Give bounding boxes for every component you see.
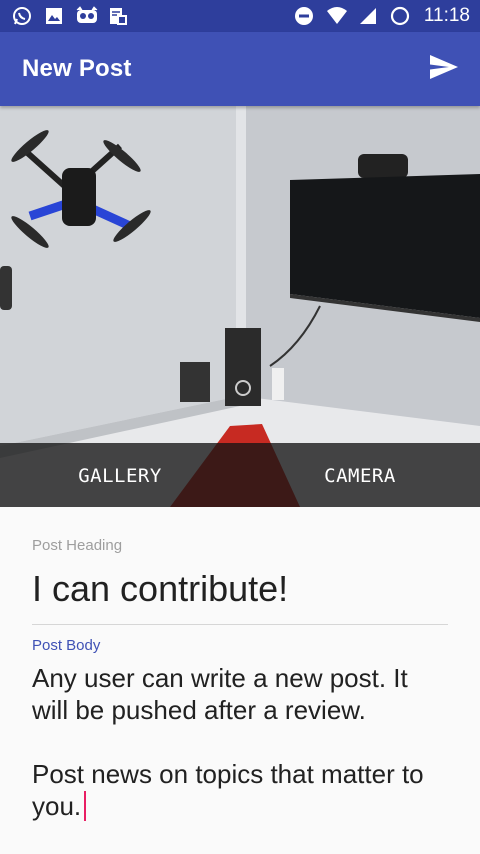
post-body-input[interactable]: Any user can write a new post. It will b…	[32, 662, 448, 822]
text-cursor	[84, 791, 87, 821]
owl-icon	[76, 6, 98, 26]
gallery-button[interactable]: GALLERY	[0, 463, 240, 487]
page-title: New Post	[22, 55, 132, 82]
image-icon	[44, 6, 64, 26]
post-heading-input[interactable]: I can contribute!	[32, 568, 448, 625]
post-heading-label: Post Heading	[32, 537, 123, 554]
app-bar: New Post	[0, 32, 480, 106]
send-icon	[429, 54, 459, 85]
photo-source-bar: GALLERY CAMERA	[0, 443, 480, 507]
send-button[interactable]	[424, 49, 464, 89]
post-image-preview: GALLERY CAMERA	[0, 106, 480, 507]
status-time: 11:18	[423, 5, 470, 26]
status-bar: 11:18	[0, 0, 480, 32]
whatsapp-icon	[12, 6, 32, 26]
status-left-icons	[12, 6, 128, 26]
status-right-icons: 11:18	[294, 5, 470, 27]
post-form: Post Heading I can contribute! Post Body…	[32, 507, 448, 822]
post-body-label: Post Body	[32, 637, 101, 654]
wifi-icon	[326, 6, 347, 26]
tv-image	[290, 174, 480, 322]
signal-icon	[358, 6, 378, 26]
camera-button[interactable]: CAMERA	[240, 463, 480, 487]
battery-icon	[390, 6, 410, 26]
post-body-text: Any user can write a new post. It will b…	[32, 663, 424, 821]
do-not-disturb-icon	[294, 6, 314, 26]
sim-icon	[108, 6, 128, 26]
